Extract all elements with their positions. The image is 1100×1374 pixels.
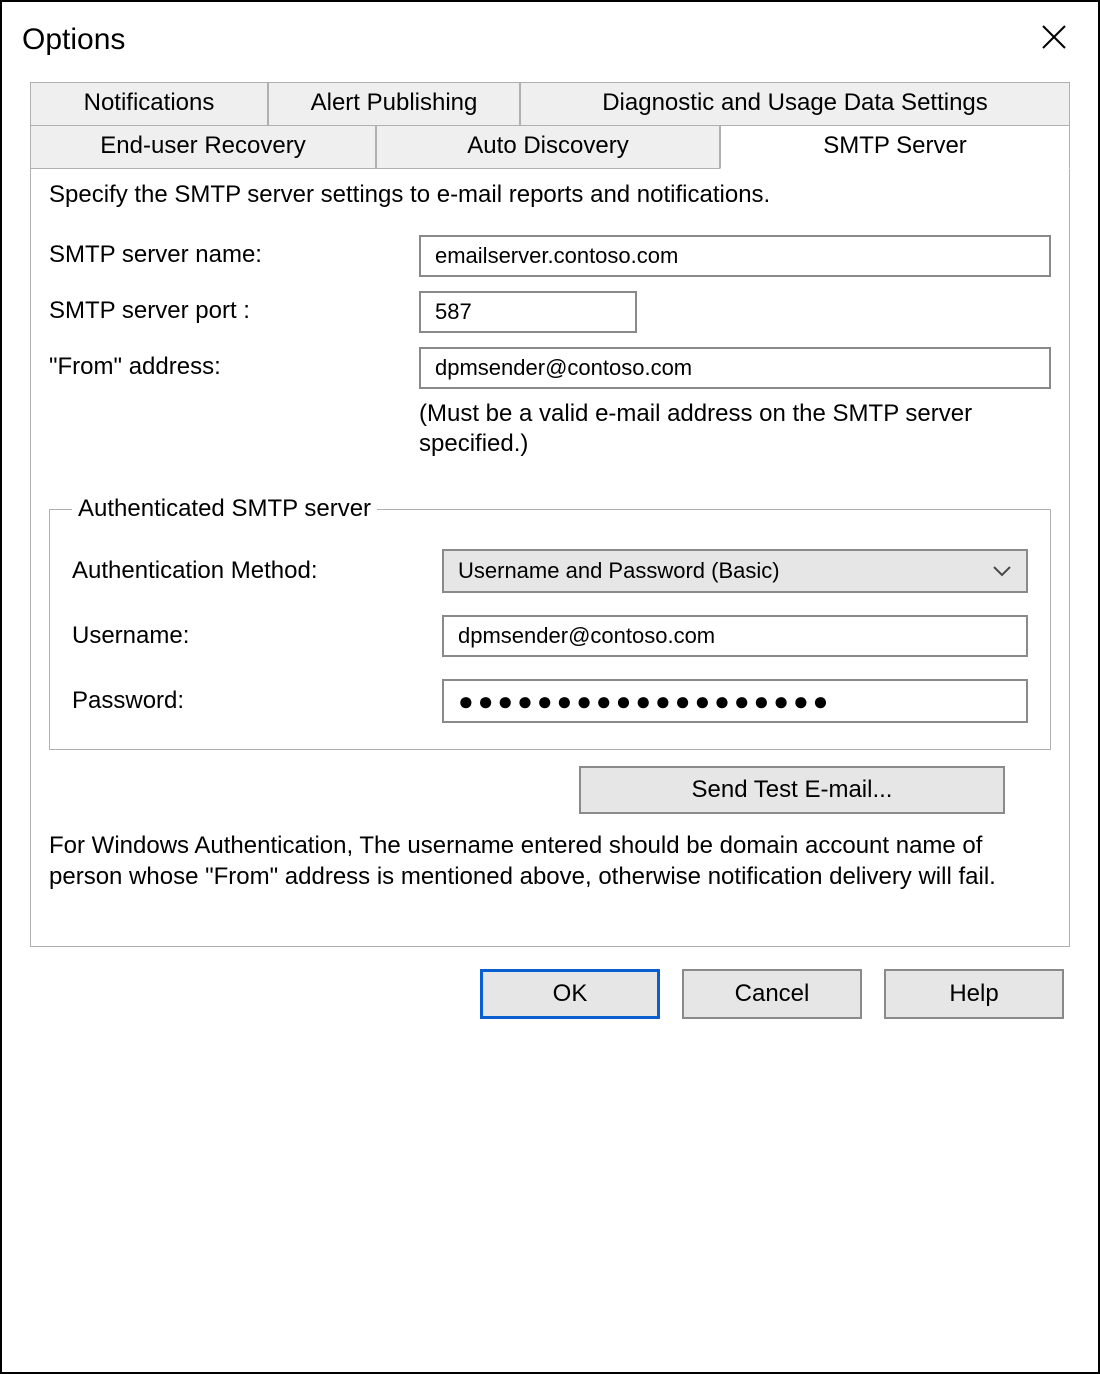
chevron-down-icon xyxy=(992,565,1012,577)
from-address-hint: (Must be a valid e-mail address on the S… xyxy=(419,399,1051,459)
username-input[interactable] xyxy=(442,615,1028,657)
tab-smtp-server[interactable]: SMTP Server xyxy=(720,125,1070,169)
tab-strip: Notifications Alert Publishing Diagnosti… xyxy=(30,82,1070,947)
from-address-label: "From" address: xyxy=(49,347,419,381)
auth-method-combobox[interactable]: Username and Password (Basic) xyxy=(442,549,1028,593)
password-label: Password: xyxy=(72,687,442,715)
smtp-server-port-input[interactable] xyxy=(419,291,637,333)
tab-auto-discovery[interactable]: Auto Discovery xyxy=(376,125,720,169)
tab-diagnostic-usage[interactable]: Diagnostic and Usage Data Settings xyxy=(520,82,1070,126)
send-test-email-button[interactable]: Send Test E-mail... xyxy=(579,766,1005,814)
from-address-input[interactable] xyxy=(419,347,1051,389)
client-area: Notifications Alert Publishing Diagnosti… xyxy=(2,82,1098,1372)
cancel-button[interactable]: Cancel xyxy=(682,969,862,1019)
titlebar: Options xyxy=(2,2,1098,82)
auth-method-value: Username and Password (Basic) xyxy=(458,558,780,584)
help-button[interactable]: Help xyxy=(884,969,1064,1019)
username-label: Username: xyxy=(72,622,442,650)
tab-alert-publishing[interactable]: Alert Publishing xyxy=(268,82,520,126)
panel-description: Specify the SMTP server settings to e-ma… xyxy=(49,181,1051,209)
options-dialog: Options Notifications Alert Publishing D… xyxy=(0,0,1100,1374)
smtp-server-name-label: SMTP server name: xyxy=(49,235,419,269)
ok-button[interactable]: OK xyxy=(480,969,660,1019)
window-title: Options xyxy=(22,23,125,57)
smtp-server-port-label: SMTP server port : xyxy=(49,291,419,325)
authenticated-smtp-legend: Authenticated SMTP server xyxy=(72,495,377,523)
password-input[interactable]: ●●●●●●●●●●●●●●●●●●● xyxy=(442,679,1028,723)
close-button[interactable] xyxy=(1034,20,1074,60)
close-icon xyxy=(1040,23,1068,57)
tab-notifications[interactable]: Notifications xyxy=(30,82,268,126)
smtp-panel: Specify the SMTP server settings to e-ma… xyxy=(30,168,1070,947)
smtp-server-name-input[interactable] xyxy=(419,235,1051,277)
auth-method-label: Authentication Method: xyxy=(72,557,442,585)
dialog-buttons: OK Cancel Help xyxy=(30,947,1070,1019)
tab-end-user-recovery[interactable]: End-user Recovery xyxy=(30,125,376,169)
windows-auth-note: For Windows Authentication, The username… xyxy=(49,830,1051,892)
authenticated-smtp-group: Authenticated SMTP server Authentication… xyxy=(49,495,1051,750)
